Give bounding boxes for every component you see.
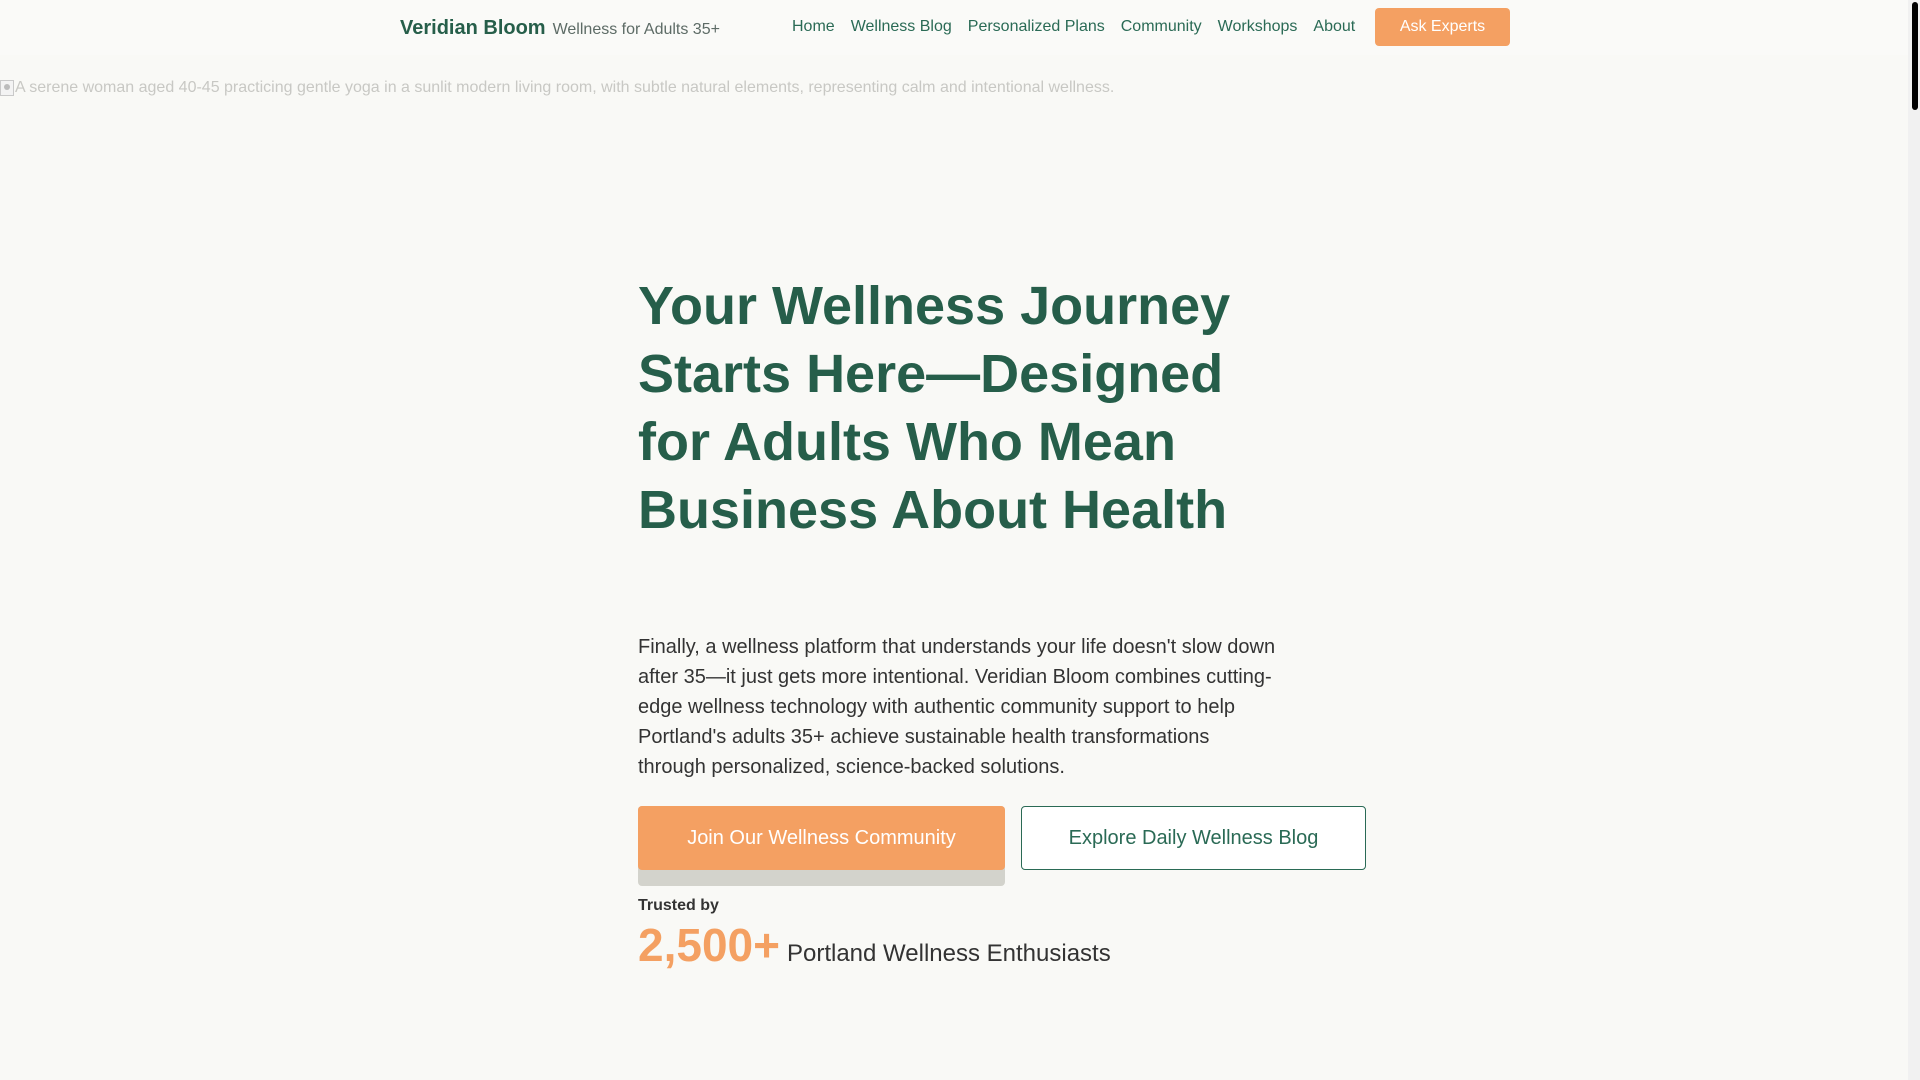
nav-item-personalized-plans[interactable]: Personalized Plans	[968, 18, 1105, 36]
nav-item-about[interactable]: About	[1313, 18, 1355, 36]
nav-item-workshops[interactable]: Workshops	[1218, 18, 1298, 36]
nav-item-home[interactable]: Home	[792, 18, 835, 36]
trusted-count: 2,500+	[638, 919, 780, 971]
brand-name[interactable]: Veridian Bloom	[400, 17, 546, 40]
scrollbar-thumb[interactable]	[1912, 2, 1918, 110]
nav-item-community[interactable]: Community	[1121, 18, 1202, 36]
hero-description: Finally, a wellness platform that unders…	[638, 636, 1276, 778]
main-nav: Home Wellness Blog Personalized Plans Co…	[792, 18, 1371, 36]
join-community-button[interactable]: Join Our Wellness Community	[638, 806, 1005, 870]
broken-image-icon	[0, 80, 14, 96]
trusted-caption: Portland Wellness Enthusiasts	[786, 940, 1111, 967]
nav-item-wellness-blog[interactable]: Wellness Blog	[851, 18, 952, 36]
trusted-stat: 2,500+ Portland Wellness Enthusiasts	[638, 918, 1111, 972]
hero-image-alt-text: A serene woman aged 40-45 practicing gen…	[15, 79, 1115, 96]
page-scrollbar[interactable]	[1908, 0, 1920, 1080]
ask-experts-button[interactable]: Ask Experts	[1375, 8, 1510, 46]
trusted-label: Trusted by	[638, 897, 719, 914]
hero-image-placeholder: A serene woman aged 40-45 practicing gen…	[0, 79, 1114, 97]
brand[interactable]: Veridian Bloom Wellness for Adults 35+	[400, 17, 720, 40]
top-navigation-bar: Veridian Bloom Wellness for Adults 35+ H…	[0, 0, 1908, 55]
primary-cta-wrapper: Join Our Wellness Community	[638, 806, 1005, 886]
brand-tagline: Wellness for Adults 35+	[552, 21, 720, 38]
hero-title: Your Wellness Journey Starts Here—Design…	[638, 276, 1231, 540]
explore-blog-button[interactable]: Explore Daily Wellness Blog	[1021, 806, 1366, 870]
